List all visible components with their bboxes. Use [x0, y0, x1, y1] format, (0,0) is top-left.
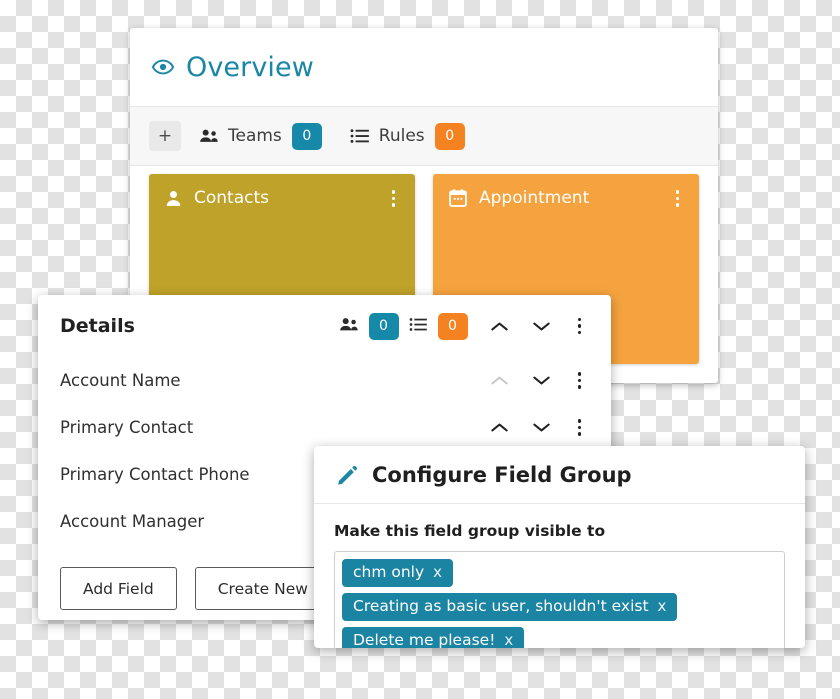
close-icon[interactable]: x — [504, 632, 513, 648]
field-label: Primary Contact — [60, 418, 194, 437]
kebab-menu-icon[interactable] — [670, 188, 686, 209]
chip-label: chm only — [353, 563, 425, 581]
person-icon — [164, 189, 183, 208]
chevron-up-icon[interactable] — [490, 418, 510, 438]
toolbar-label-teams: Teams — [228, 126, 282, 146]
field-row[interactable]: Primary Contact — [38, 404, 611, 451]
kebab-menu-icon[interactable] — [386, 188, 402, 209]
entity-card-header: Contacts — [149, 174, 415, 209]
chevron-down-icon[interactable] — [532, 316, 552, 336]
overview-toolbar: + Teams 0 Rules 0 — [130, 106, 718, 166]
teams-icon[interactable] — [339, 317, 359, 336]
visibility-chip-input[interactable]: chm only x Creating as basic user, shoul… — [334, 551, 785, 648]
chevron-down-icon[interactable] — [532, 371, 552, 391]
field-label: Account Name — [60, 371, 181, 390]
add-field-button[interactable]: Add Field — [60, 567, 177, 610]
rules-count-badge: 0 — [434, 122, 465, 150]
configure-panel-header: Configure Field Group — [314, 446, 805, 504]
calendar-icon — [448, 188, 468, 208]
eye-icon — [152, 56, 174, 78]
visibility-chip[interactable]: Creating as basic user, shouldn't exist … — [342, 593, 678, 622]
entity-card-title: Contacts — [194, 188, 269, 209]
chip-label: Creating as basic user, shouldn't exist — [353, 597, 649, 616]
kebab-menu-icon[interactable] — [572, 417, 588, 438]
kebab-menu-icon[interactable] — [572, 370, 588, 391]
pencil-edit-icon — [336, 464, 358, 486]
overview-header: Overview — [130, 28, 718, 106]
configure-panel-body: Make this field group visible to chm onl… — [314, 504, 805, 648]
toolbar-item-teams[interactable]: Teams 0 — [199, 122, 322, 150]
field-row[interactable]: Account Name — [38, 357, 611, 404]
details-rules-count-badge: 0 — [437, 312, 468, 340]
configure-field-group-panel: Configure Field Group Make this field gr… — [314, 446, 805, 648]
details-header-actions: 0 0 — [329, 312, 588, 340]
chevron-down-icon[interactable] — [532, 418, 552, 438]
configure-panel-title: Configure Field Group — [372, 462, 632, 487]
visibility-chip[interactable]: Delete me please! x — [342, 627, 525, 648]
entity-card-header: Appointment — [433, 174, 699, 209]
close-icon[interactable]: x — [658, 598, 667, 615]
visibility-chip[interactable]: chm only x — [342, 559, 454, 588]
add-button[interactable]: + — [149, 121, 181, 151]
rules-list-icon — [350, 128, 370, 144]
details-title: Details — [60, 315, 135, 337]
page-title: Overview — [186, 51, 314, 83]
toolbar-label-rules: Rules — [378, 126, 425, 146]
teams-icon — [199, 128, 219, 144]
chip-label: Delete me please! — [353, 631, 496, 648]
close-icon[interactable]: x — [433, 564, 442, 581]
chevron-up-icon — [490, 371, 510, 391]
screenshot-stage: Overview + Teams 0 Rules 0 Contacts Appo… — [0, 0, 840, 699]
teams-count-badge: 0 — [291, 122, 322, 150]
entity-card-title: Appointment — [479, 188, 590, 209]
rules-list-icon[interactable] — [409, 317, 428, 336]
visibility-label: Make this field group visible to — [334, 522, 606, 540]
details-header: Details 0 0 — [38, 295, 611, 357]
toolbar-item-rules[interactable]: Rules 0 — [350, 122, 465, 150]
details-teams-count-badge: 0 — [368, 312, 399, 340]
kebab-menu-icon[interactable] — [572, 316, 588, 337]
chevron-up-icon[interactable] — [490, 316, 510, 336]
